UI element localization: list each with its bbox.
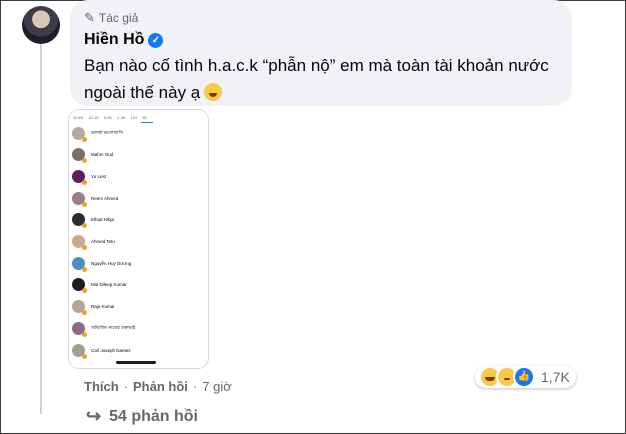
screenshot-user-name: Mahm Oud bbox=[91, 152, 114, 158]
screenshot-user-name: Raja Kumar bbox=[91, 304, 115, 310]
separator-dot: · bbox=[192, 379, 198, 394]
screenshot-list-item: Yu Lest bbox=[72, 167, 202, 185]
reply-arrow-icon: ↪ bbox=[86, 406, 102, 426]
screenshot-list-item: Ahmed Tetu bbox=[72, 233, 202, 251]
reply-button[interactable]: Phản hồi bbox=[133, 379, 188, 394]
screenshot-user-name: ডলারু ভালোবাসি bbox=[91, 129, 123, 135]
screenshot-user-name: Elhad Hibja bbox=[91, 217, 115, 223]
crying-emoji-icon bbox=[204, 83, 223, 101]
verified-badge-icon: ✓ bbox=[148, 32, 164, 48]
screenshot-tab-2: 5,5K bbox=[103, 114, 113, 120]
avatar bbox=[72, 256, 87, 272]
screenshot-list-item: ডলারু ভালোবাসি bbox=[72, 124, 202, 142]
separator-dot: · bbox=[123, 379, 129, 394]
avatar bbox=[72, 235, 87, 250]
avatar bbox=[72, 169, 87, 185]
reaction-count: 1,7K bbox=[541, 369, 570, 385]
screenshot-user-name: Carl Joseph Dantes bbox=[91, 347, 131, 353]
screenshot-list-item: Mahm Oud bbox=[72, 146, 202, 164]
avatar bbox=[72, 213, 87, 229]
avatar bbox=[72, 321, 87, 337]
screenshot-list-item: Mia Dileep Kumar bbox=[72, 276, 202, 294]
comment-body: Bạn nào cố tình h.a.c.k “phẫn nộ” em mà … bbox=[84, 56, 549, 102]
screenshot-user-name: Yu Lest bbox=[91, 173, 107, 179]
screenshot-user-name: Ahmed Tetu bbox=[91, 239, 115, 244]
avatar bbox=[72, 191, 87, 207]
screenshot-tab-3: 2,3K bbox=[117, 114, 126, 120]
author-badge-label: Tác giả bbox=[98, 11, 139, 25]
screenshot-user-name: Mia Dileep Kumar bbox=[91, 282, 127, 288]
screenshot-list-item: Elhad Hibja bbox=[72, 211, 202, 229]
screenshot-home-indicator bbox=[116, 361, 156, 364]
avatar bbox=[72, 343, 87, 359]
screenshot-tab-1: 10,1K bbox=[88, 114, 99, 120]
author-avatar[interactable] bbox=[22, 6, 60, 44]
screenshot-list-item: Raja Kumar bbox=[72, 298, 202, 316]
avatar bbox=[72, 148, 87, 164]
screenshot-reaction-tabs: 10,6K 10,1K 5,5K 2,3K 124 36 bbox=[69, 110, 208, 124]
pencil-icon: ✎ bbox=[84, 10, 95, 25]
author-badge: ✎ Tác giả bbox=[84, 10, 138, 26]
like-icon: 👍 bbox=[513, 366, 535, 388]
screenshot-tab-underline bbox=[141, 122, 153, 123]
avatar bbox=[72, 126, 87, 142]
screenshot-list-item: Nguyễn Huy Dương bbox=[72, 254, 202, 272]
comment-text: Bạn nào cố tình h.a.c.k “phẫn nộ” em mà … bbox=[84, 52, 564, 106]
screenshot-tab-5: 36 bbox=[142, 114, 147, 120]
author-name-row: Hiền Hồ ✓ bbox=[84, 31, 164, 49]
replies-label: 54 phản hồi bbox=[109, 407, 198, 425]
author-name[interactable]: Hiền Hồ bbox=[84, 31, 144, 49]
attached-screenshot[interactable]: 10,6K 10,1K 5,5K 2,3K 124 36 ডলারু ভালোবাসি Ma… bbox=[69, 110, 208, 368]
screenshot-user-name: অভিজিৎ নাথের গুরুভাই bbox=[91, 324, 136, 330]
screenshot-list-item: Carl Joseph Dantes bbox=[72, 341, 202, 359]
reaction-summary[interactable]: 👍 1,7K bbox=[475, 366, 576, 388]
avatar bbox=[72, 300, 87, 316]
comment-time[interactable]: 7 giờ bbox=[202, 379, 232, 394]
thread-line bbox=[40, 44, 42, 414]
screenshot-user-name: Reem Ahmed bbox=[91, 195, 119, 201]
screenshot-user-name: Nguyễn Huy Dương bbox=[91, 260, 132, 266]
avatar bbox=[72, 278, 87, 294]
like-button[interactable]: Thích bbox=[84, 379, 119, 394]
screenshot-tab-4: 124 bbox=[130, 114, 138, 120]
view-replies-button[interactable]: ↪ 54 phản hồi bbox=[86, 406, 198, 427]
screenshot-tab-0: 10,6K bbox=[73, 114, 84, 120]
comment-actions: Thích · Phản hồi · 7 giờ bbox=[84, 379, 232, 394]
screenshot-list-item: অভিজিৎ নাথের গুরুভাই bbox=[72, 319, 202, 337]
screenshot-list-item: Reem Ahmed bbox=[72, 189, 202, 207]
